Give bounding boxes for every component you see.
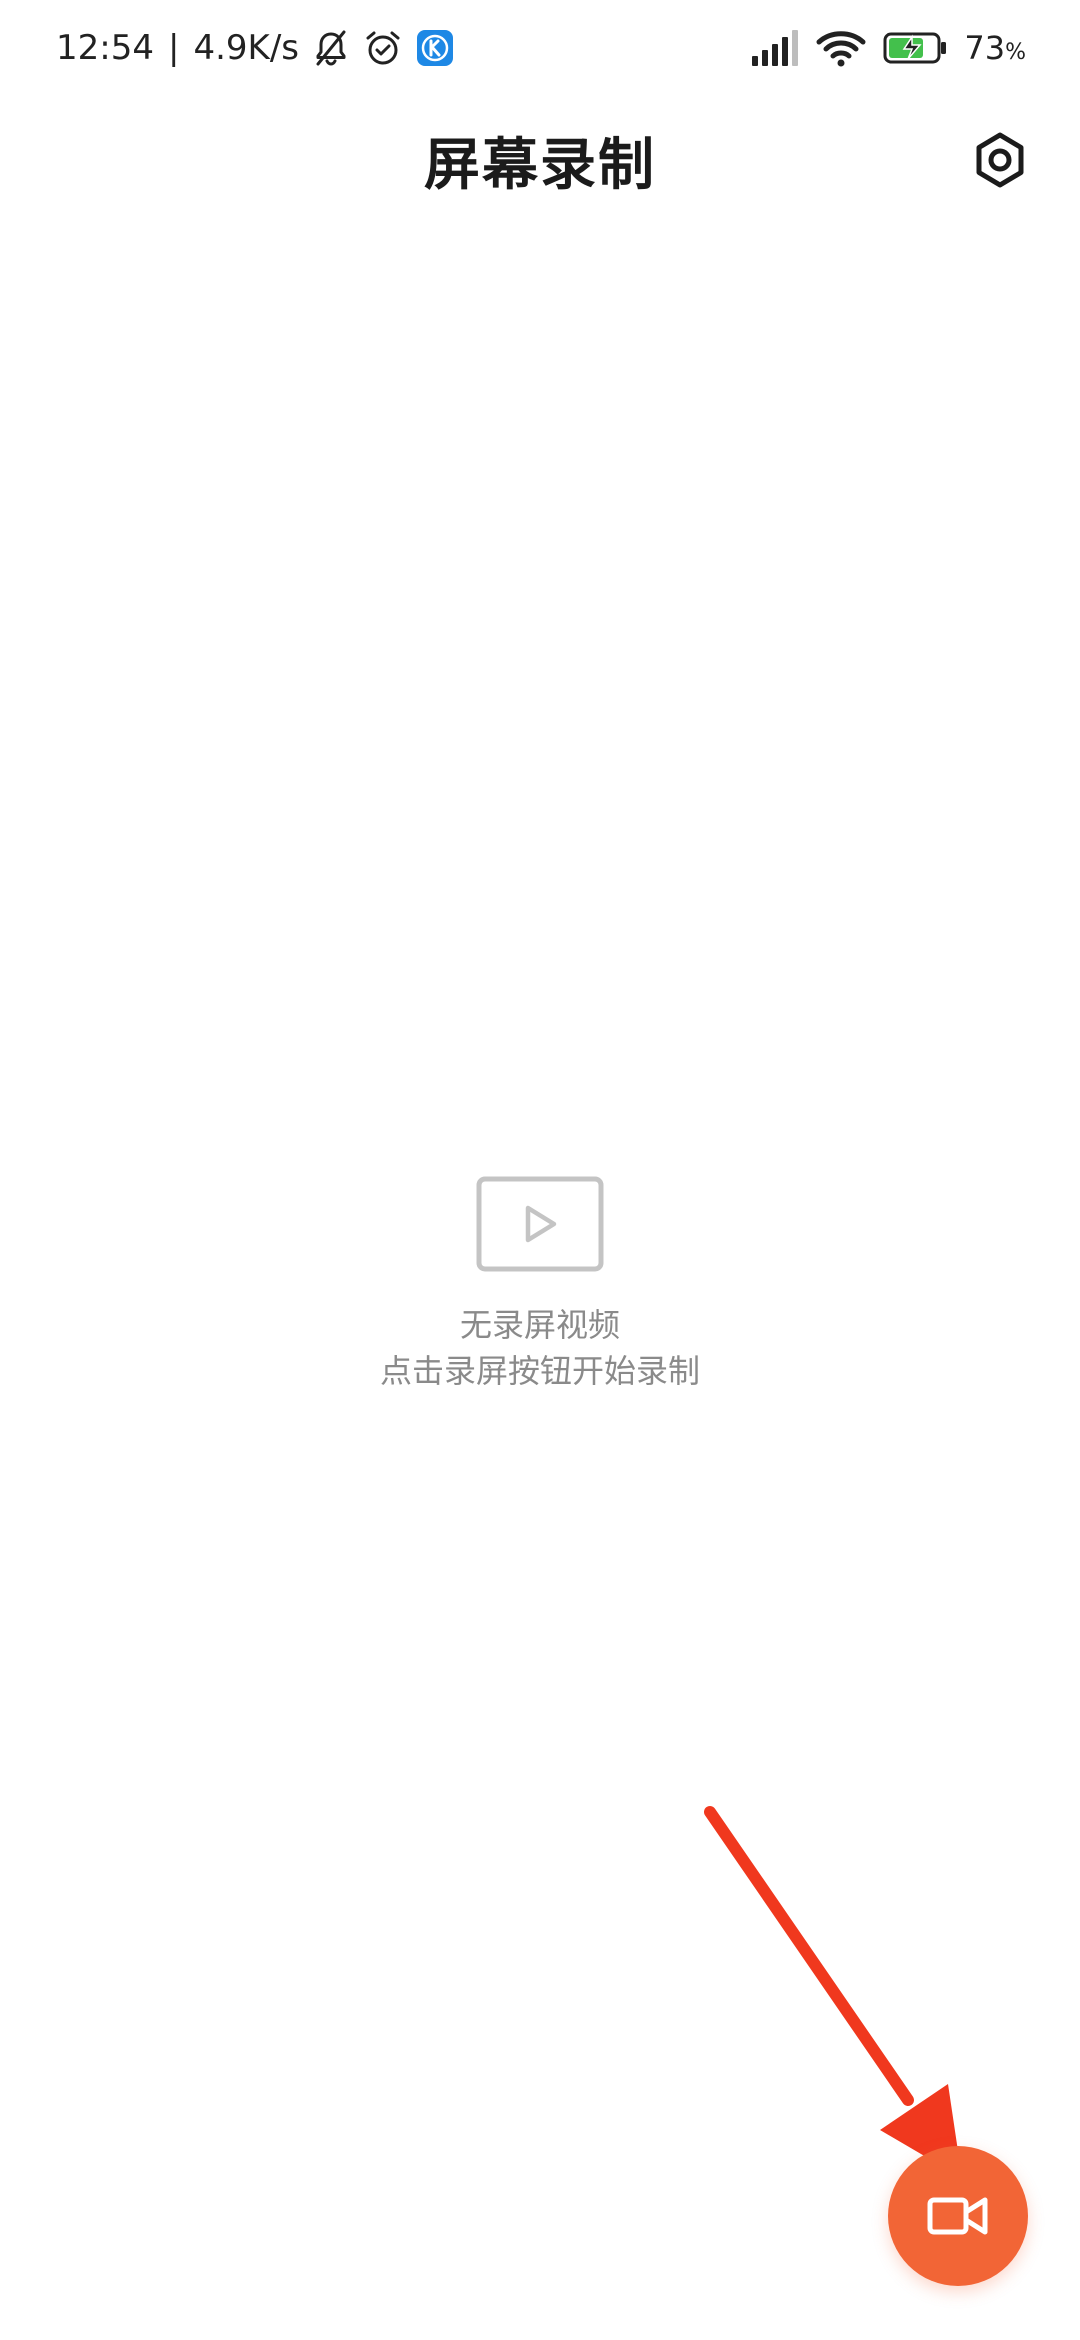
status-separator: | xyxy=(167,28,180,68)
battery-percentage: 73% xyxy=(964,29,1026,67)
status-right: 73% xyxy=(750,22,1026,74)
bell-off-icon xyxy=(316,30,346,66)
alarm-icon xyxy=(366,31,400,65)
video-placeholder-icon xyxy=(476,1176,604,1272)
empty-message: 无录屏视频 xyxy=(459,1306,620,1344)
wifi-icon xyxy=(816,31,866,67)
empty-hint: 点击录屏按钮开始录制 xyxy=(379,1352,700,1390)
video-camera-icon xyxy=(927,2197,988,2235)
k-app-icon xyxy=(417,30,453,66)
network-speed: 4.9K/s xyxy=(193,28,299,68)
page-title: 屏幕录制 xyxy=(424,133,656,198)
battery-charging-icon xyxy=(883,32,947,64)
status-time: 12:54 xyxy=(56,28,154,68)
annotation-arrow xyxy=(704,1806,962,2178)
status-left: 12:54 | 4.9K/s xyxy=(56,22,455,74)
header: 屏幕录制 xyxy=(0,110,1080,210)
settings-hex-icon xyxy=(976,132,1024,188)
empty-state: 无录屏视频 点击录屏按钮开始录制 xyxy=(0,1176,1080,1394)
status-bar: 12:54 | 4.9K/s 73% xyxy=(0,0,1080,96)
signal-icon xyxy=(752,30,799,66)
record-button[interactable] xyxy=(888,2146,1028,2286)
settings-button[interactable] xyxy=(962,122,1038,198)
